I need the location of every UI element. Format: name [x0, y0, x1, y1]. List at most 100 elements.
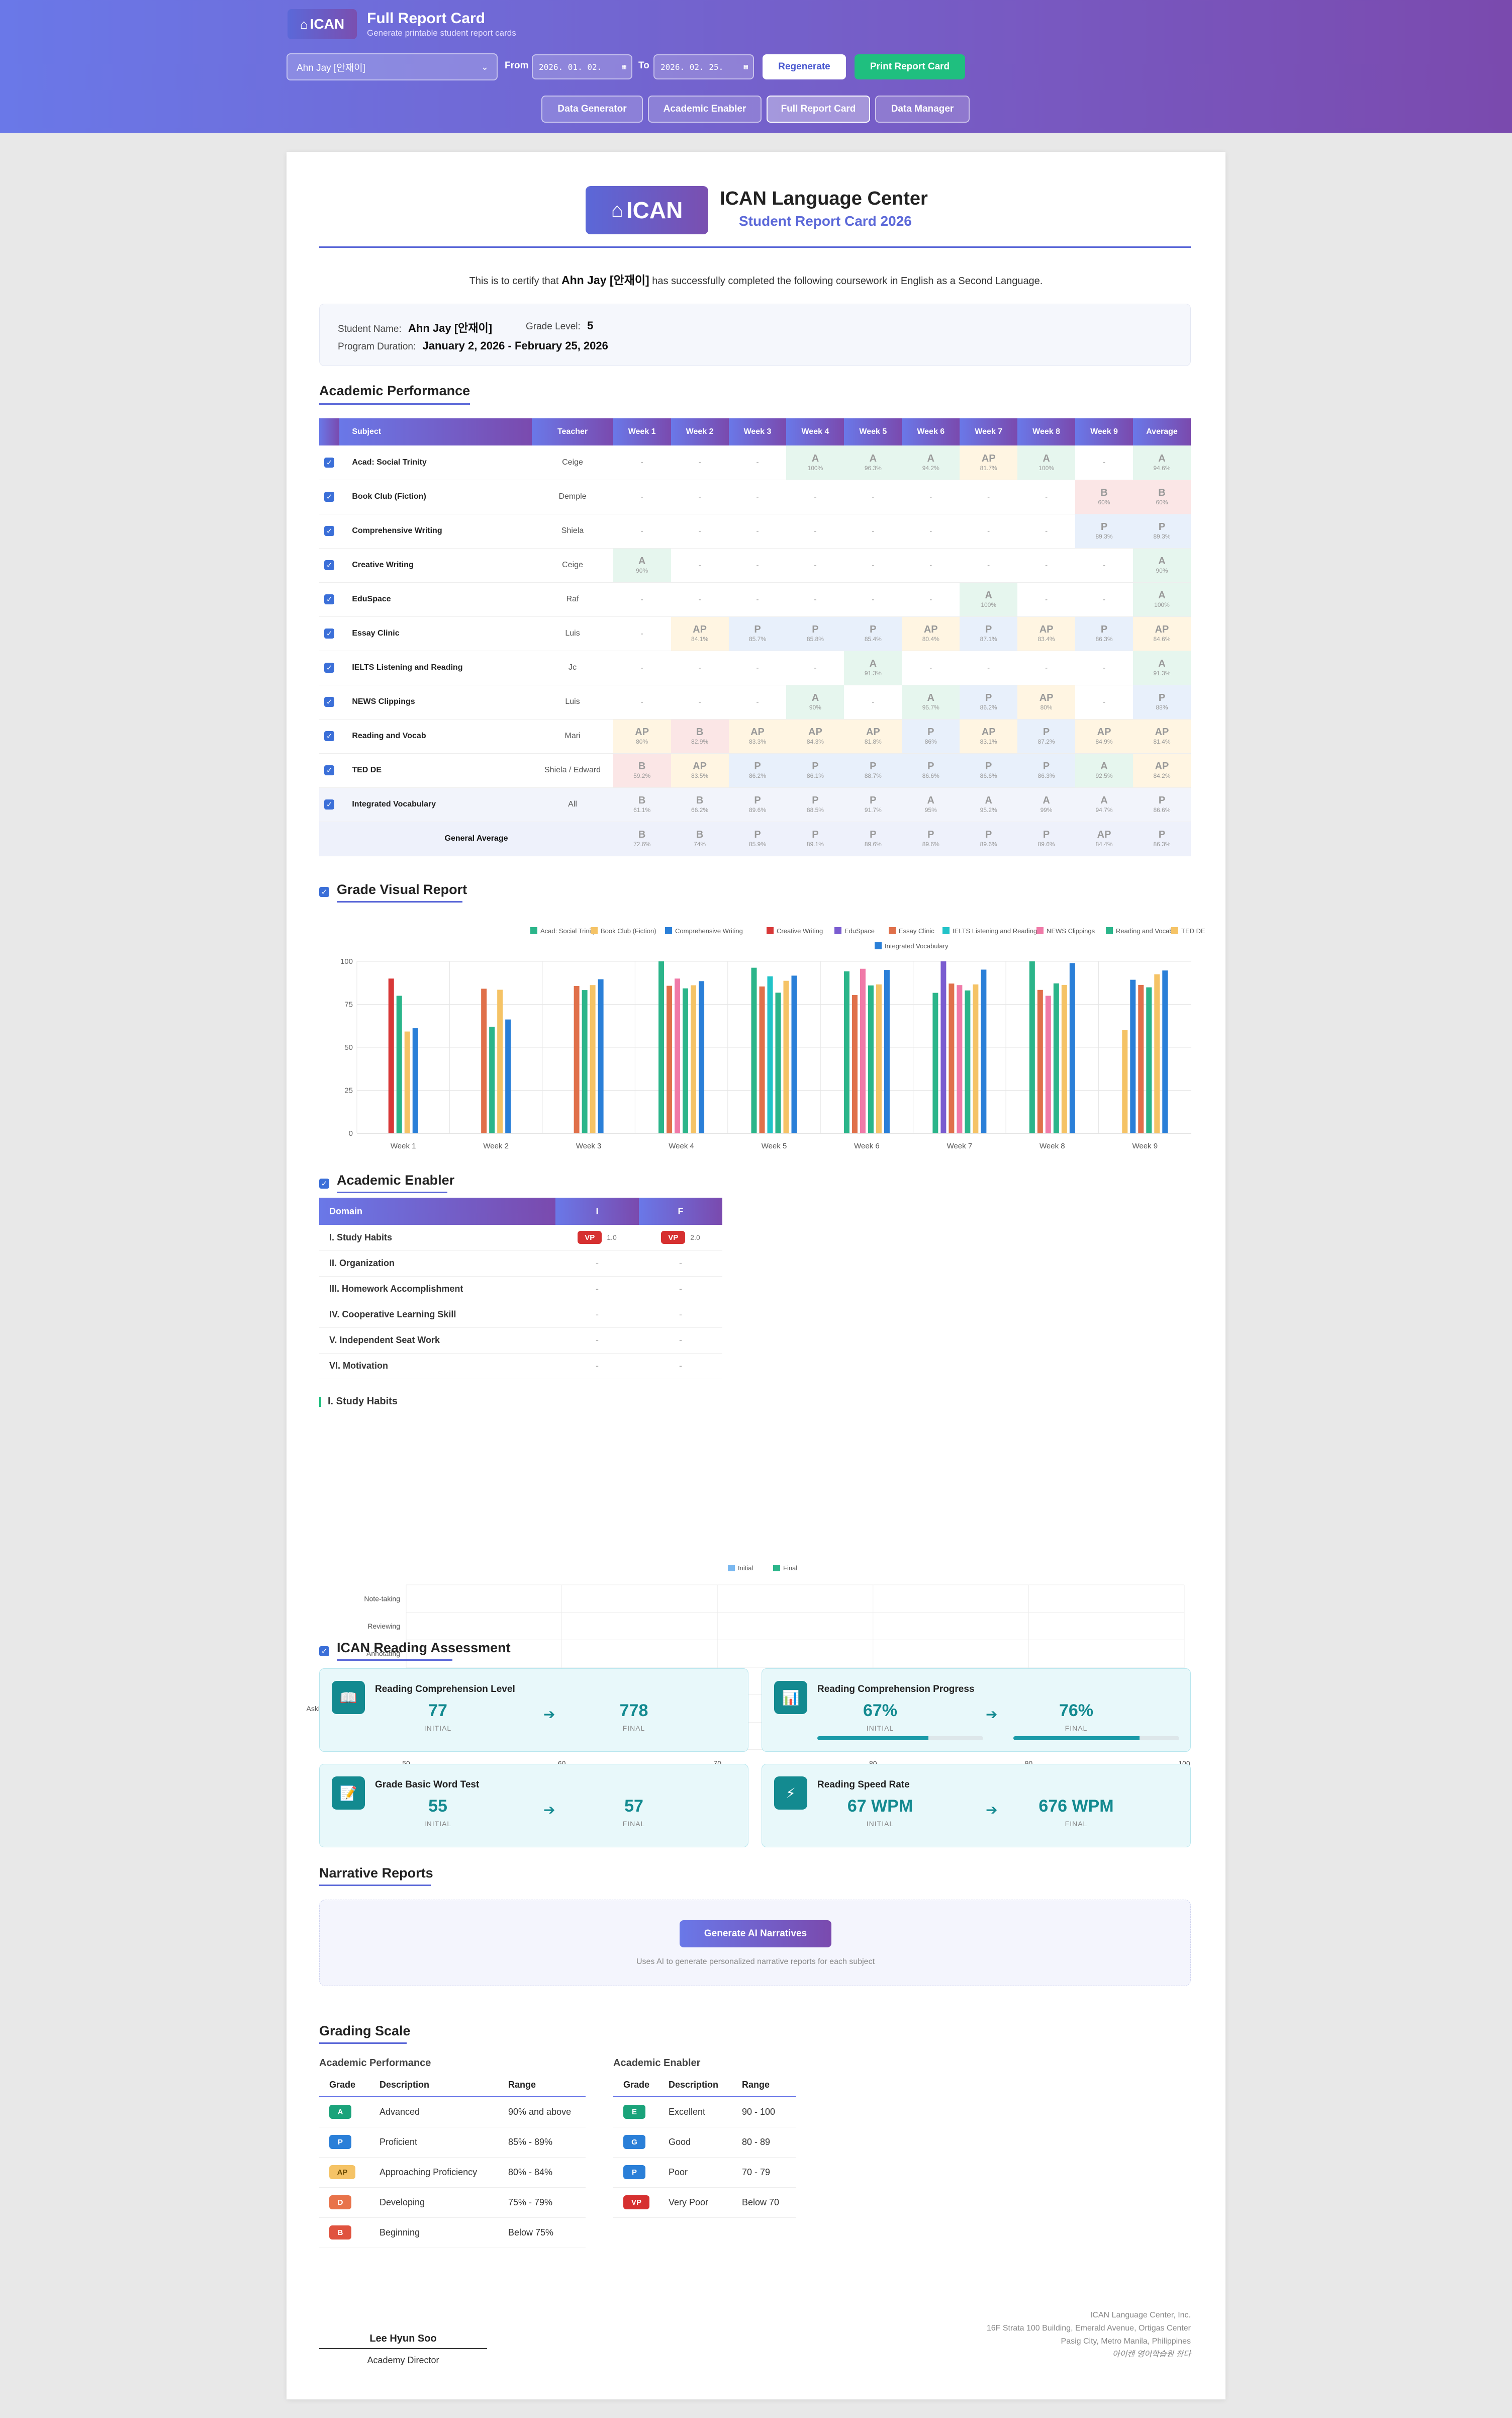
footer-address: ICAN Language Center, Inc. 16F Strata 10…: [987, 2309, 1191, 2361]
row-checkbox-cell[interactable]: ✓: [319, 616, 340, 651]
row-checkbox[interactable]: ✓: [324, 526, 335, 536]
grade-percent: 92.5%: [1095, 772, 1113, 779]
row-checkbox-cell[interactable]: ✓: [319, 514, 340, 549]
week-cell: -: [1075, 651, 1133, 685]
week-cell: AP 83.3%: [728, 719, 787, 754]
grade-letter: A: [1043, 453, 1050, 464]
grade-letter: B: [696, 727, 704, 738]
scale-enab-col-grade: Grade: [613, 2074, 658, 2097]
avg-cell: P 86.3%: [1132, 822, 1191, 856]
week-cell: -: [1075, 548, 1133, 583]
grade-percent: 66.2%: [691, 807, 709, 814]
scale-enab-col-range: Range: [732, 2074, 796, 2097]
subject-name: Book Club (Fiction): [339, 480, 532, 514]
scale-desc: Approaching Proficiency: [369, 2157, 498, 2188]
week-cell: -: [613, 651, 671, 685]
week-cell: B 61.1%: [613, 787, 671, 822]
regenerate-button[interactable]: Regenerate: [763, 54, 846, 79]
row-checkbox[interactable]: ✓: [324, 799, 335, 810]
legend-swatch: [728, 1565, 735, 1571]
row-checkbox[interactable]: ✓: [324, 457, 335, 468]
bar: [751, 967, 757, 1133]
row-checkbox[interactable]: ✓: [324, 594, 335, 604]
grade-letter: A: [869, 453, 877, 464]
chevron-down-icon: ⌄: [481, 61, 489, 72]
row-checkbox-cell[interactable]: ✓: [319, 548, 340, 583]
grade-letter: AP: [693, 761, 707, 772]
row-checkbox[interactable]: ✓: [324, 731, 335, 741]
grade-visual-checkbox[interactable]: ✓: [319, 887, 329, 897]
row-checkbox[interactable]: ✓: [324, 697, 335, 707]
row-checkbox-cell[interactable]: ✓: [319, 685, 340, 720]
signer-name: Lee Hyun Soo: [369, 2333, 437, 2344]
scale-enab-header: Grade Description Range: [613, 2074, 796, 2097]
week-cell: A 90%: [613, 548, 671, 583]
bar: [940, 961, 947, 1133]
bar: [1061, 984, 1067, 1133]
grade-letter: A: [985, 795, 992, 806]
row-checkbox[interactable]: ✓: [324, 629, 335, 639]
grade-letter: P: [1100, 521, 1108, 532]
bar: [505, 1019, 511, 1133]
grade-letter: A: [1043, 795, 1050, 806]
from-date-input[interactable]: 2026. 01. 02. ▦: [532, 54, 632, 79]
week-cell: P 86.2%: [960, 685, 1018, 720]
bar: [1122, 1030, 1128, 1133]
generate-narratives-button[interactable]: Generate AI Narratives: [680, 1920, 831, 1947]
week-cell: -: [613, 616, 671, 651]
row-checkbox-cell[interactable]: ✓: [319, 719, 340, 754]
row-checkbox[interactable]: ✓: [324, 560, 335, 570]
grade-letter: AP: [1155, 727, 1169, 738]
row-checkbox-cell[interactable]: ✓: [319, 787, 340, 822]
avg-cell: P 89.6%: [960, 822, 1018, 856]
grade-letter: P: [1100, 624, 1108, 635]
row-checkbox-cell[interactable]: ✓: [319, 651, 340, 685]
scale-desc: Excellent: [658, 2097, 732, 2127]
row-checkbox-cell[interactable]: ✓: [319, 753, 340, 788]
week-cell: -: [844, 480, 902, 514]
week-cell: A 91.3%: [844, 651, 902, 685]
row-checkbox-cell[interactable]: ✓: [319, 480, 340, 514]
grade-letter: P: [812, 624, 819, 635]
grade-letter: P: [1043, 829, 1050, 840]
grade-letter: B: [696, 829, 704, 840]
print-button[interactable]: Print Report Card: [855, 54, 965, 79]
reading-tile-name: Reading Comprehension Level: [375, 1684, 515, 1694]
student-name-value: Ahn Jay [안재이]: [408, 322, 493, 334]
legend-swatch: [767, 927, 774, 934]
week-cell: -: [786, 514, 844, 549]
row-checkbox-cell[interactable]: ✓: [319, 582, 340, 617]
enabler-checkbox[interactable]: ✓: [319, 1179, 329, 1189]
week-cell: -: [1075, 445, 1133, 480]
row-checkbox[interactable]: ✓: [324, 492, 335, 502]
reading-final-value: 778: [619, 1701, 648, 1720]
nav-full-report-card[interactable]: Full Report Card: [767, 96, 870, 123]
reading-final-label: FINAL: [1065, 1820, 1088, 1828]
legend-item: TED DE: [1171, 927, 1205, 935]
to-date-input[interactable]: 2026. 02. 25. ▦: [653, 54, 754, 79]
performance-table: Subject Teacher Week 1 Week 2 Week 3 Week 4 We…: [319, 418, 1191, 856]
perf-col-4: Week 3: [728, 418, 787, 445]
row-checkbox-cell[interactable]: ✓: [319, 445, 340, 480]
bar: [396, 996, 402, 1133]
nav-data-generator[interactable]: Data Generator: [541, 96, 643, 123]
avg-cell: P 85.9%: [728, 822, 787, 856]
student-select[interactable]: Ahn Jay [안재이] ⌄: [287, 53, 498, 80]
scale-perf-body: A Advanced 90% and above P Proficient 85% - 8…: [319, 2097, 586, 2248]
reading-checkbox[interactable]: ✓: [319, 1646, 329, 1656]
legend-swatch: [1036, 927, 1044, 934]
progress-fill: [817, 1736, 929, 1740]
subject-name: TED DE: [339, 753, 532, 788]
enabler-domain: II. Organization: [319, 1250, 555, 1277]
bar: [388, 978, 394, 1133]
nav-data-manager[interactable]: Data Manager: [875, 96, 970, 123]
enabler-row: IV. Cooperative Learning Skill - -: [319, 1302, 722, 1328]
row-checkbox[interactable]: ✓: [324, 663, 335, 673]
nav-academic-enabler[interactable]: Academic Enabler: [648, 96, 762, 123]
grade-percent: 95.2%: [980, 807, 997, 814]
row-checkbox[interactable]: ✓: [324, 765, 335, 775]
teacher-name: Mari: [532, 719, 613, 754]
grade-percent: 89.3%: [1153, 533, 1171, 540]
grade-percent: 100%: [807, 464, 823, 472]
week-cell: -: [613, 480, 671, 514]
